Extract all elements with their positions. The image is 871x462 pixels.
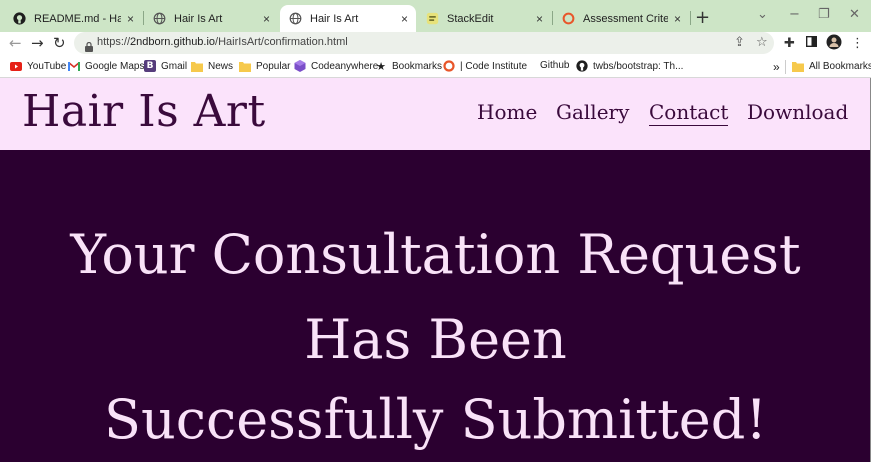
github-icon bbox=[12, 12, 26, 26]
all-bookmarks-button[interactable]: All Bookmarks bbox=[792, 60, 871, 72]
gmail-icon bbox=[68, 60, 80, 72]
bookmark-code-institute[interactable]: | Code Institute bbox=[443, 60, 527, 72]
bookmarks-bar: YouTube Google Maps B Gmail News Popular… bbox=[0, 56, 871, 78]
bookmark-google-maps[interactable]: Google Maps bbox=[68, 60, 144, 72]
url-scheme: https:// bbox=[97, 36, 131, 48]
nav-contact[interactable]: Contact bbox=[649, 100, 729, 126]
star-icon: ★ bbox=[376, 60, 386, 73]
bookmark-label: News bbox=[208, 60, 234, 72]
new-tab-button[interactable]: + bbox=[695, 7, 710, 28]
url-host: 2ndborn.github.io bbox=[130, 36, 216, 48]
bookmarks-divider bbox=[785, 60, 786, 74]
nav-gallery[interactable]: Gallery bbox=[556, 100, 629, 124]
side-panel-icon[interactable] bbox=[806, 36, 817, 51]
url-text: https://2ndborn.github.io/HairIsArt/conf… bbox=[97, 36, 348, 48]
bootstrap-icon: B bbox=[144, 60, 156, 72]
reload-icon[interactable]: ↻ bbox=[53, 34, 66, 52]
extensions-icon[interactable]: ✚ bbox=[784, 36, 795, 51]
tab-hair-is-art-active[interactable]: Hair Is Art × bbox=[280, 5, 416, 32]
bookmark-label: Popular bbox=[256, 60, 291, 72]
profile-avatar-icon[interactable] bbox=[826, 34, 842, 54]
tab-hair-is-art[interactable]: Hair Is Art × bbox=[144, 5, 278, 32]
close-icon[interactable]: × bbox=[401, 12, 408, 26]
bookmarks-overflow-button[interactable]: » bbox=[773, 60, 780, 74]
tab-title: StackEdit bbox=[447, 12, 494, 25]
close-icon[interactable]: × bbox=[536, 12, 543, 26]
bookmark-bookmarks[interactable]: ★ Bookmarks bbox=[375, 60, 443, 73]
bookmark-twbs-bootstrap[interactable]: twbs/bootstrap: Th... bbox=[576, 60, 683, 72]
nav-download[interactable]: Download bbox=[747, 100, 848, 124]
bookmark-label: | Code Institute bbox=[460, 60, 528, 72]
close-icon[interactable]: × bbox=[127, 12, 134, 26]
tab-search-icon[interactable]: ⌄ bbox=[757, 7, 768, 22]
bookmark-star-icon[interactable]: ☆ bbox=[756, 35, 768, 50]
bookmark-label: YouTube bbox=[27, 60, 67, 72]
confirmation-heading-line-3: Successfully Submitted! bbox=[103, 388, 768, 451]
github-icon bbox=[576, 60, 588, 72]
lock-icon bbox=[85, 37, 93, 52]
close-window-icon[interactable]: ✕ bbox=[849, 7, 860, 22]
tab-title: Assessment Criteria | Act bbox=[583, 12, 668, 25]
confirmation-heading-line-2: Has Been bbox=[304, 308, 567, 371]
code-institute-icon bbox=[561, 12, 575, 26]
folder-icon bbox=[239, 60, 251, 72]
tab-assessment-criteria[interactable]: Assessment Criteria | Act × bbox=[553, 5, 689, 32]
bookmark-youtube[interactable]: YouTube bbox=[10, 60, 66, 72]
tab-stackedit[interactable]: StackEdit × bbox=[417, 5, 551, 32]
nav-home[interactable]: Home bbox=[477, 100, 537, 124]
bookmark-label: Bookmarks bbox=[392, 60, 443, 72]
bookmark-label: All Bookmarks bbox=[809, 60, 871, 72]
minimize-icon[interactable]: − bbox=[789, 7, 800, 22]
globe-icon bbox=[152, 12, 166, 26]
confirmation-heading-line-1: Your Consultation Request bbox=[70, 223, 801, 286]
confirmation-section: Your Consultation Request Has Been Succe… bbox=[0, 151, 871, 462]
bookmark-popular[interactable]: Popular bbox=[239, 60, 290, 72]
bookmark-label: Github bbox=[540, 60, 570, 71]
url-path: /HairIsArt/confirmation.html bbox=[215, 36, 348, 48]
bookmark-label: twbs/bootstrap: Th... bbox=[593, 60, 684, 72]
tab-title: Hair Is Art bbox=[174, 12, 223, 25]
folder-icon bbox=[191, 60, 203, 72]
globe-icon bbox=[288, 12, 302, 26]
site-logo[interactable]: Hair Is Art bbox=[22, 86, 266, 137]
bookmark-label: Codeanywhere bbox=[311, 60, 379, 72]
tab-strip: README.md - HairIsArt | × Hair Is Art × … bbox=[0, 0, 871, 32]
stackedit-icon bbox=[425, 12, 439, 26]
close-icon[interactable]: × bbox=[263, 12, 270, 26]
tab-title: README.md - HairIsArt | bbox=[34, 12, 121, 25]
tab-readme[interactable]: README.md - HairIsArt | × bbox=[4, 5, 142, 32]
code-institute-icon bbox=[443, 60, 455, 72]
share-icon[interactable]: ⇪ bbox=[734, 35, 745, 50]
bookmark-codeanywhere[interactable]: Codeanywhere bbox=[294, 60, 378, 72]
bookmark-news[interactable]: News bbox=[191, 60, 233, 72]
youtube-icon bbox=[10, 60, 22, 72]
bookmark-gmail[interactable]: B Gmail bbox=[144, 60, 187, 72]
close-icon[interactable]: × bbox=[674, 12, 681, 26]
restore-icon[interactable]: ❐ bbox=[818, 7, 830, 22]
address-bar[interactable]: https://2ndborn.github.io/HairIsArt/conf… bbox=[74, 32, 774, 54]
tab-title: Hair Is Art bbox=[310, 12, 359, 25]
site-header: Hair Is Art Home Gallery Contact Downloa… bbox=[0, 78, 871, 151]
tab-separator bbox=[690, 11, 691, 25]
codeanywhere-icon bbox=[294, 60, 306, 72]
forward-icon[interactable]: → bbox=[31, 34, 44, 52]
bookmark-github[interactable]: Github bbox=[540, 60, 569, 71]
browser-toolbar: ← → ↻ https://2ndborn.github.io/HairIsAr… bbox=[0, 32, 871, 56]
back-icon[interactable]: ← bbox=[9, 34, 22, 52]
bookmark-label: Gmail bbox=[161, 60, 188, 72]
folder-icon bbox=[792, 60, 804, 72]
menu-kebab-icon[interactable]: ⋮ bbox=[851, 36, 864, 51]
bookmark-label: Google Maps bbox=[85, 60, 145, 72]
